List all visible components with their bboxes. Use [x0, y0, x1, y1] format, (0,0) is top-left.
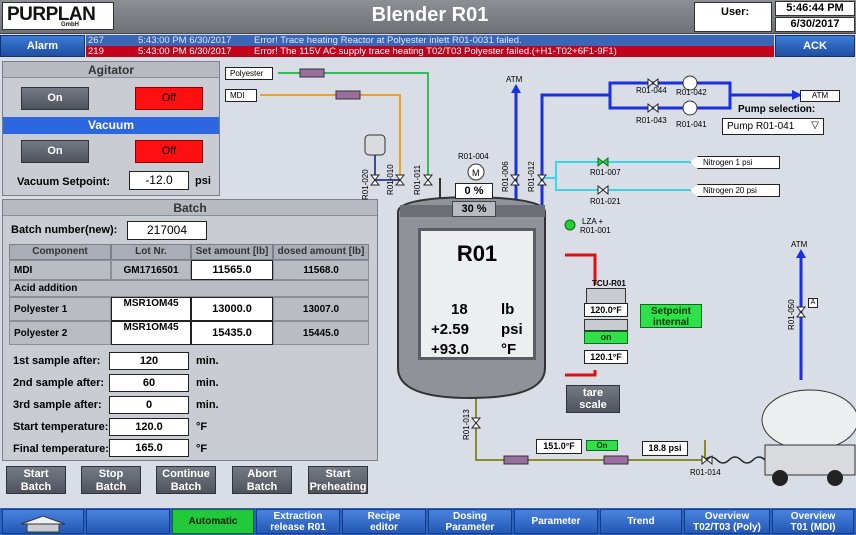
atm-vent-label: ATM — [506, 75, 523, 84]
nav-label: T01 (MDI) — [790, 521, 836, 533]
pump-selected-value: Pump R01-041 — [727, 121, 795, 132]
valve-label: R01-050 — [787, 299, 796, 330]
line-pressure-readout: 18.8 psi — [642, 441, 688, 456]
valve-label: R01-044 — [636, 86, 667, 95]
lza-tag: R01-001 — [580, 226, 611, 235]
valve-label: R01-020 — [361, 169, 370, 200]
svg-text:M: M — [472, 168, 480, 178]
button-line: Setpoint — [651, 306, 691, 317]
button-line: scale — [579, 399, 607, 411]
pump-selection-label: Pump selection: — [738, 104, 816, 115]
nav-label: Trend — [627, 516, 655, 527]
nav-overview-t02-t03[interactable]: Overview T02/T03 (Poly) — [684, 509, 770, 534]
tcu-setpoint-input[interactable]: 120.0°F — [584, 303, 628, 317]
pump-label: R01-041 — [676, 120, 707, 129]
reactor-display: R01 18 lb +2.59 psi +93.0 °F — [418, 228, 536, 360]
tcu-body — [584, 319, 628, 331]
agitator-speed-readout: 0 % — [455, 183, 493, 199]
nav-label: Parameter — [445, 521, 495, 533]
nav-label: Dosing — [453, 510, 487, 522]
reactor-weight: 18 — [451, 301, 468, 318]
line-temp-readout: 151.0°F — [536, 439, 582, 454]
nav-blank-button[interactable] — [86, 509, 170, 534]
tcu-status[interactable]: on — [584, 331, 628, 344]
tcu-actual-readout: 120.1°F — [584, 350, 628, 364]
nav-dosing-parameter[interactable]: Dosing Parameter — [428, 509, 512, 534]
home-icon — [20, 515, 66, 533]
line-heating-status[interactable]: On — [586, 440, 618, 451]
valve-label: R01-043 — [636, 116, 667, 125]
reactor-temp-unit: °F — [501, 341, 517, 358]
nav-label: T02/T03 (Poly) — [693, 521, 761, 533]
motor-label: R01-004 — [458, 152, 489, 161]
nav-label: editor — [370, 521, 398, 533]
reactor-pressure-unit: psi — [501, 321, 523, 338]
nitrogen-20psi-label: Nitrogen 20 psi — [690, 184, 780, 197]
button-line: internal — [652, 317, 690, 328]
pump-label: R01-042 — [676, 88, 707, 97]
nav-label: Overview — [704, 510, 750, 522]
nav-extraction-release[interactable]: Extraction release R01 — [256, 509, 340, 534]
reactor-pressure: +2.59 — [431, 321, 469, 338]
lza-label: LZA + — [582, 217, 604, 226]
nav-label: Automatic — [188, 516, 238, 527]
reactor-weight-unit: lb — [501, 301, 515, 318]
nav-label: release R01 — [270, 521, 326, 533]
atm-outlet-label: ATM — [800, 90, 840, 102]
valve-label: R01-007 — [590, 168, 621, 177]
home-button[interactable] — [2, 509, 84, 534]
nitrogen-1psi-label: Nitrogen 1 psi — [690, 156, 780, 169]
agitator-load-readout: 30 % — [452, 201, 496, 217]
nav-label: Parameter — [531, 516, 581, 527]
valve-label: R01-013 — [462, 409, 471, 440]
button-line: tare — [582, 387, 604, 399]
nav-trend[interactable]: Trend — [600, 509, 682, 534]
mdi-feed-label: MDI — [225, 89, 257, 102]
valve-label: R01-014 — [690, 468, 721, 477]
nav-automatic[interactable]: Automatic — [172, 509, 254, 534]
valve-label: R01-021 — [590, 197, 621, 206]
polyester-feed-label: Polyester — [225, 67, 273, 80]
nav-label: Extraction — [273, 510, 323, 522]
reactor-name: R01 — [456, 241, 498, 266]
reactor-temp: +93.0 — [431, 341, 469, 358]
tcu-unit — [586, 288, 626, 304]
atm-truck-label: ATM — [791, 240, 808, 249]
chevron-down-icon: ▽ — [811, 120, 819, 131]
valve-label: R01-010 — [386, 164, 395, 195]
tcu-label: TCU-R01 — [592, 279, 626, 288]
nav-overview-t01[interactable]: Overview T01 (MDI) — [772, 509, 854, 534]
valve-label: R01-012 — [527, 161, 536, 192]
valve-label: R01-006 — [501, 161, 510, 192]
nav-label: Overview — [790, 510, 836, 522]
pump-selection-dropdown[interactable]: Pump R01-041 ▽ — [722, 118, 824, 135]
nav-label: Recipe — [367, 510, 401, 522]
truck-marker: A — [808, 298, 818, 308]
nav-recipe-editor[interactable]: Recipe editor — [342, 509, 426, 534]
setpoint-internal-button[interactable]: Setpoint internal — [640, 304, 702, 328]
tare-scale-button[interactable]: tare scale — [566, 385, 620, 413]
valve-label: R01-011 — [413, 164, 422, 195]
nav-parameter[interactable]: Parameter — [514, 509, 598, 534]
